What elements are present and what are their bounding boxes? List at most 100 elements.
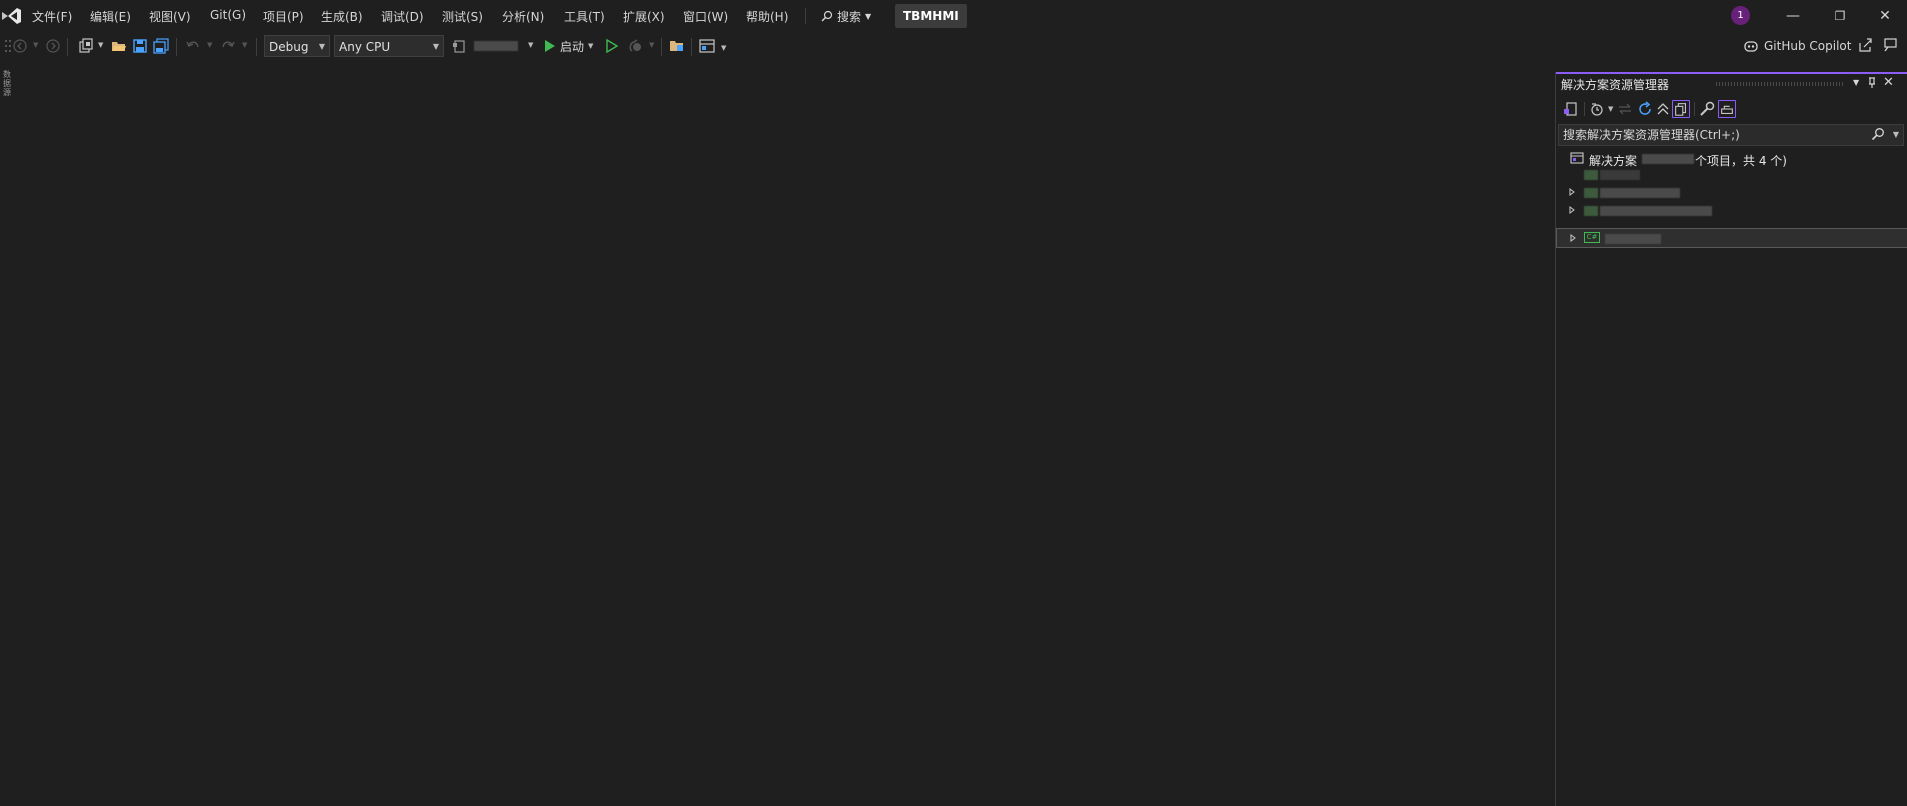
share-icon[interactable] <box>1857 37 1873 53</box>
title-bar: 文件(F) 编辑(E) 视图(V) Git(G) 项目(P) 生成(B) 调试(… <box>0 0 1907 32</box>
configuration-value: Debug <box>269 40 309 54</box>
tree-item[interactable] <box>1556 202 1907 220</box>
data-sources-label: 数据源 <box>3 70 11 97</box>
project-icon <box>1584 206 1598 216</box>
menu-view[interactable]: 视图(V) <box>149 8 191 25</box>
start-label: 启动 <box>560 39 585 54</box>
solution-root-node[interactable]: 解决方案 个项目，共 4 个) <box>1556 150 1907 168</box>
start-without-debugging-icon[interactable] <box>604 38 620 54</box>
tree-item[interactable] <box>1556 184 1907 202</box>
menu-help[interactable]: 帮助(H) <box>746 8 788 25</box>
chevron-down-icon[interactable]: ▼ <box>1608 105 1613 113</box>
pin-icon[interactable] <box>1867 77 1877 89</box>
redacted-text <box>1642 154 1694 164</box>
menu-file[interactable]: 文件(F) <box>32 8 72 25</box>
home-switch-views-icon[interactable] <box>1562 100 1580 118</box>
chevron-down-icon[interactable]: ▼ <box>649 41 654 49</box>
platform-value: Any CPU <box>339 40 391 54</box>
chevron-down-icon: ▼ <box>865 11 872 21</box>
navigate-forward-icon[interactable] <box>45 38 61 54</box>
copilot-label: GitHub Copilot <box>1764 39 1852 53</box>
chevron-down-icon: ▼ <box>318 42 325 51</box>
redacted-text <box>474 41 518 51</box>
window-layout-icon[interactable] <box>699 38 715 54</box>
chevron-down-icon[interactable]: ▼ <box>98 41 103 49</box>
project-icon <box>1584 188 1598 198</box>
startup-project-select[interactable] <box>472 40 522 52</box>
save-icon[interactable] <box>132 38 148 54</box>
project-icon <box>1584 170 1598 180</box>
solution-project-count: 个项目，共 4 个) <box>1695 154 1787 168</box>
chevron-down-icon[interactable]: ▼ <box>528 41 533 49</box>
minimize-icon[interactable]: — <box>1783 6 1803 26</box>
expand-arrow-icon[interactable] <box>1569 234 1577 242</box>
toolbar-overflow-icon[interactable]: ▼ <box>721 44 726 52</box>
menu-extensions[interactable]: 扩展(X) <box>623 8 665 25</box>
menu-test[interactable]: 测试(S) <box>442 8 483 25</box>
search-icon[interactable] <box>1871 127 1885 141</box>
menu-analyze[interactable]: 分析(N) <box>502 8 544 25</box>
close-panel-icon[interactable]: ✕ <box>1883 75 1894 90</box>
visual-studio-logo-icon[interactable] <box>0 7 22 25</box>
search-label: 搜索 <box>837 9 862 24</box>
platform-select[interactable]: Any CPU ▼ <box>334 35 444 57</box>
solution-root-label: 解决方案 <box>1589 154 1638 168</box>
show-all-files-icon[interactable] <box>1672 100 1690 118</box>
csharp-project-icon: C# <box>1584 232 1600 243</box>
redo-icon[interactable] <box>220 38 236 54</box>
search-options-chevron-icon[interactable]: ▼ <box>1893 125 1899 145</box>
panel-drag-grip[interactable] <box>1716 82 1844 86</box>
solution-explorer-toolbar: ▼ <box>1556 96 1907 122</box>
menu-window[interactable]: 窗口(W) <box>683 8 728 25</box>
data-sources-tab[interactable]: 数据源 <box>0 70 14 110</box>
menu-tools[interactable]: 工具(T) <box>564 8 605 25</box>
github-copilot-button[interactable]: GitHub Copilot <box>1743 36 1851 56</box>
chevron-down-icon[interactable]: ▼ <box>33 41 38 49</box>
refresh-icon[interactable] <box>1636 100 1654 118</box>
toolbar-grip-icon[interactable] <box>4 38 12 54</box>
pending-changes-filter-icon[interactable] <box>1589 100 1607 118</box>
properties-wrench-icon[interactable] <box>1698 100 1716 118</box>
toolbar-separator <box>691 38 692 56</box>
preview-selected-items-icon[interactable] <box>1718 100 1736 118</box>
hot-reload-icon[interactable] <box>627 38 643 54</box>
toolbar-separator <box>67 38 68 56</box>
panel-accent-line <box>1556 72 1907 74</box>
chevron-down-icon[interactable]: ▼ <box>242 41 247 49</box>
chevron-down-icon: ▼ <box>432 42 439 51</box>
navigate-back-icon[interactable] <box>12 38 28 54</box>
global-search-button[interactable]: 搜索 ▼ <box>821 7 871 25</box>
configuration-select[interactable]: Debug ▼ <box>264 35 330 57</box>
close-icon[interactable]: ✕ <box>1875 6 1895 26</box>
tree-item-selected[interactable]: C# <box>1556 228 1907 248</box>
expand-arrow-icon[interactable] <box>1568 206 1576 214</box>
browse-folder-icon[interactable] <box>669 38 685 54</box>
sync-with-active-document-icon[interactable] <box>1616 100 1634 118</box>
play-icon <box>545 40 555 52</box>
menu-project[interactable]: 项目(P) <box>263 8 304 25</box>
toolbar-separator <box>1584 102 1585 116</box>
solution-search-input[interactable]: 搜索解决方案资源管理器(Ctrl+;) ▼ <box>1558 124 1904 146</box>
redacted-text <box>1605 234 1661 244</box>
solution-search-placeholder: 搜索解决方案资源管理器(Ctrl+;) <box>1563 128 1740 142</box>
undo-icon[interactable] <box>185 38 201 54</box>
save-all-icon[interactable] <box>153 38 169 54</box>
menu-debug[interactable]: 调试(D) <box>381 8 424 25</box>
window-position-dropdown-icon[interactable]: ▼ <box>1853 78 1859 87</box>
restore-icon[interactable]: ❐ <box>1830 6 1850 26</box>
startup-project-icon[interactable] <box>451 38 467 54</box>
start-debugging-button[interactable]: 启动 ▼ <box>544 37 593 55</box>
expand-arrow-icon[interactable] <box>1568 188 1576 196</box>
redacted-text <box>1600 188 1680 198</box>
open-folder-icon[interactable] <box>111 38 127 54</box>
menu-edit[interactable]: 编辑(E) <box>90 8 131 25</box>
chevron-down-icon[interactable]: ▼ <box>207 41 212 49</box>
feedback-icon[interactable] <box>1882 37 1898 53</box>
toolbar-separator <box>256 38 257 56</box>
notification-badge[interactable]: 1 <box>1731 6 1750 25</box>
new-project-icon[interactable] <box>78 38 94 54</box>
solution-explorer-title: 解决方案资源管理器 <box>1561 78 1670 92</box>
collapse-all-icon[interactable] <box>1654 100 1672 118</box>
menu-build[interactable]: 生成(B) <box>321 8 363 25</box>
menu-git[interactable]: Git(G) <box>210 8 246 22</box>
